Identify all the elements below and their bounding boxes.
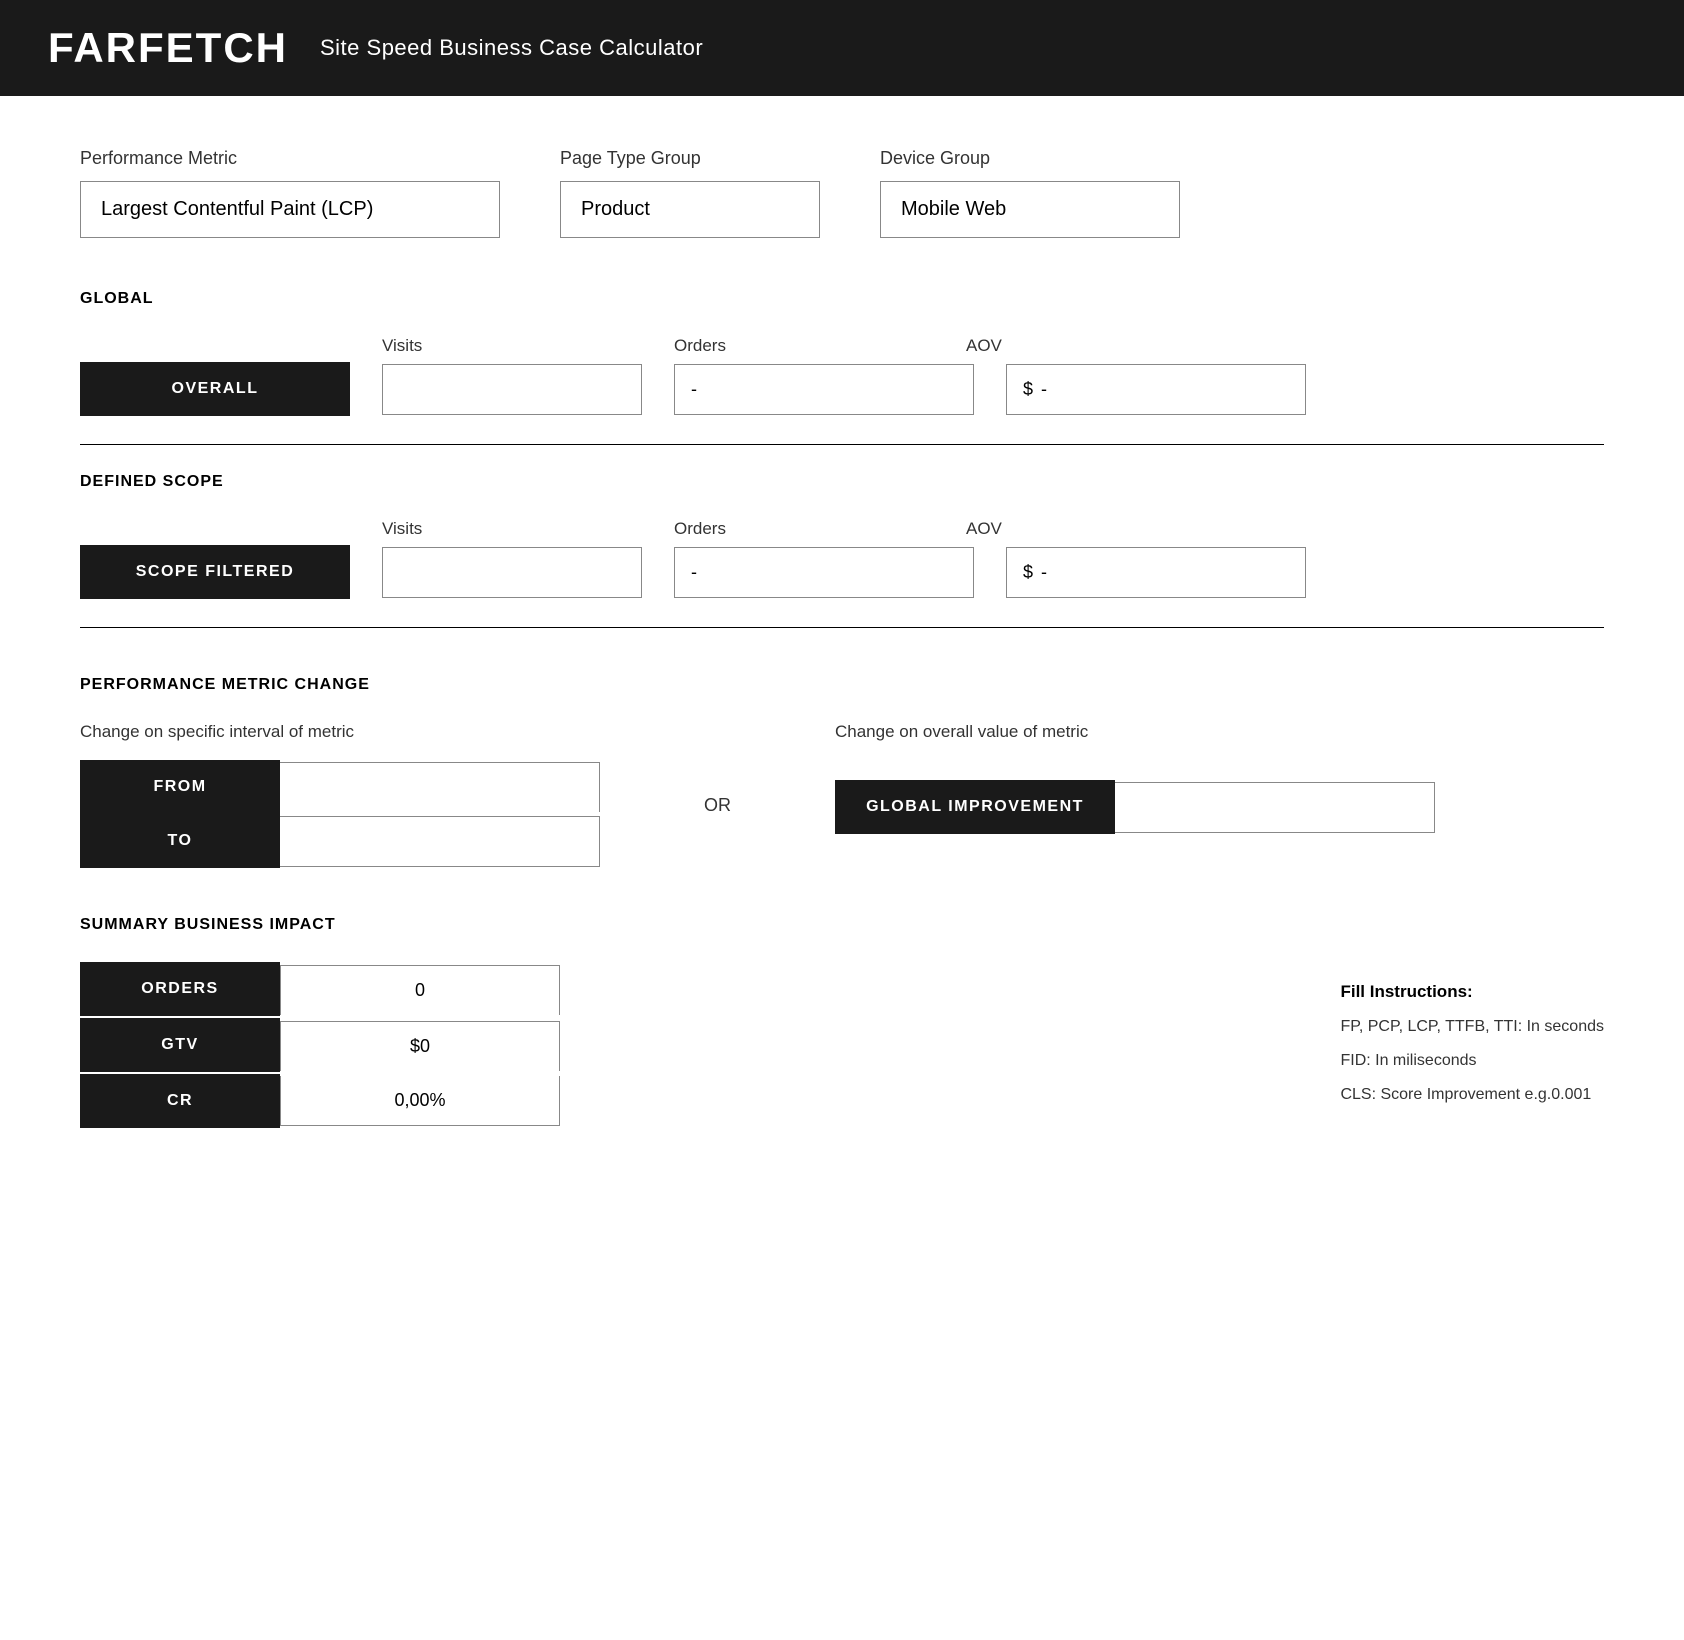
orders-row-value: 0 xyxy=(280,965,560,1015)
gtv-row: GTV $0 xyxy=(80,1018,560,1074)
filters-row: Performance Metric Page Type Group Devic… xyxy=(80,148,1604,238)
to-row: TO xyxy=(80,814,600,868)
summary-grid: ORDERS 0 GTV $0 CR 0,00% Fill Instructio… xyxy=(80,962,1604,1128)
to-input[interactable] xyxy=(280,816,600,867)
orders-row-label: ORDERS xyxy=(80,962,280,1018)
from-to-group: FROM TO xyxy=(80,760,600,868)
global-section-label: GLOBAL xyxy=(80,290,1604,308)
scope-orders-col-label: Orders xyxy=(674,519,934,539)
perf-columns: Change on specific interval of metric FR… xyxy=(80,722,1604,868)
page-type-group: Page Type Group xyxy=(560,148,820,238)
interval-label: Change on specific interval of metric xyxy=(80,722,600,742)
scope-aov-dollar: $ xyxy=(1023,562,1033,583)
fill-instruction-0: FP, PCP, LCP, TTFB, TTI: In seconds xyxy=(1340,1018,1604,1036)
global-improvement-col: Change on overall value of metric GLOBAL… xyxy=(835,722,1435,834)
overall-aov-value: - xyxy=(1041,379,1047,400)
device-group-input[interactable] xyxy=(880,181,1180,238)
overall-orders-value: - xyxy=(691,379,697,400)
fill-instruction-1: FID: In miliseconds xyxy=(1340,1052,1604,1070)
gtv-row-label: GTV xyxy=(80,1018,280,1074)
global-section: GLOBAL Visits Orders AOV OVERALL - $ - D… xyxy=(80,290,1604,628)
summary-table: ORDERS 0 GTV $0 CR 0,00% xyxy=(80,962,560,1128)
from-row: FROM xyxy=(80,760,600,814)
summary-business-impact-section: SUMMARY BUSINESS IMPACT ORDERS 0 GTV $0 … xyxy=(80,916,1604,1128)
defined-scope-label: DEFINED SCOPE xyxy=(80,473,1604,491)
orders-row: ORDERS 0 xyxy=(80,962,560,1018)
overall-row: OVERALL - $ - xyxy=(80,362,1604,416)
overall-visits-input[interactable] xyxy=(382,364,642,415)
global-improvement-button[interactable]: GLOBAL IMPROVEMENT xyxy=(835,780,1115,834)
from-to-col: Change on specific interval of metric FR… xyxy=(80,722,600,868)
to-button[interactable]: TO xyxy=(80,814,280,868)
scope-visits-col-label: Visits xyxy=(382,519,642,539)
overall-button[interactable]: OVERALL xyxy=(80,362,350,416)
main-content: Performance Metric Page Type Group Devic… xyxy=(0,96,1684,1180)
aov-col-label: AOV xyxy=(966,336,1226,356)
performance-metric-label: Performance Metric xyxy=(80,148,500,169)
page-type-group-label: Page Type Group xyxy=(560,148,820,169)
header: FARFETCH Site Speed Business Case Calcul… xyxy=(0,0,1684,96)
overall-aov-dollar: $ xyxy=(1023,379,1033,400)
divider-1 xyxy=(80,444,1604,445)
scope-orders-display: - xyxy=(674,547,974,598)
divider-2 xyxy=(80,627,1604,628)
scope-aov-value: - xyxy=(1041,562,1047,583)
fill-instructions: Fill Instructions: FP, PCP, LCP, TTFB, T… xyxy=(1340,962,1604,1128)
perf-metric-change-label: PERFORMANCE METRIC CHANGE xyxy=(80,676,1604,694)
fill-instruction-2: CLS: Score Improvement e.g.0.001 xyxy=(1340,1086,1604,1104)
scope-orders-value: - xyxy=(691,562,697,583)
fill-instructions-title: Fill Instructions: xyxy=(1340,982,1604,1002)
cr-row: CR 0,00% xyxy=(80,1074,560,1128)
global-improvement-input[interactable] xyxy=(1115,782,1435,833)
scope-col-headers: Visits Orders AOV xyxy=(382,519,1604,539)
perf-metric-change-section: PERFORMANCE METRIC CHANGE Change on spec… xyxy=(80,676,1604,868)
visits-col-label: Visits xyxy=(382,336,642,356)
scope-aov-col-label: AOV xyxy=(966,519,1226,539)
cr-row-label: CR xyxy=(80,1074,280,1128)
scope-filtered-row: SCOPE FILTERED - $ - xyxy=(80,545,1604,599)
page-type-group-input[interactable] xyxy=(560,181,820,238)
scope-visits-input[interactable] xyxy=(382,547,642,598)
device-group: Device Group xyxy=(880,148,1180,238)
orders-col-label: Orders xyxy=(674,336,934,356)
or-label: OR xyxy=(680,795,755,816)
overall-aov-display: $ - xyxy=(1006,364,1306,415)
cr-row-value: 0,00% xyxy=(280,1076,560,1126)
from-button[interactable]: FROM xyxy=(80,760,280,814)
from-input[interactable] xyxy=(280,762,600,812)
scope-filtered-button[interactable]: SCOPE FILTERED xyxy=(80,545,350,599)
overall-orders-display: - xyxy=(674,364,974,415)
overall-label: Change on overall value of metric xyxy=(835,722,1435,742)
gtv-row-value: $0 xyxy=(280,1021,560,1071)
global-col-headers: Visits Orders AOV xyxy=(382,336,1604,356)
scope-aov-display: $ - xyxy=(1006,547,1306,598)
summary-business-impact-label: SUMMARY BUSINESS IMPACT xyxy=(80,916,1604,934)
performance-metric-input[interactable] xyxy=(80,181,500,238)
performance-metric-group: Performance Metric xyxy=(80,148,500,238)
global-improvement-row: GLOBAL IMPROVEMENT xyxy=(835,780,1435,834)
header-subtitle: Site Speed Business Case Calculator xyxy=(320,35,703,61)
device-group-label: Device Group xyxy=(880,148,1180,169)
logo: FARFETCH xyxy=(48,24,288,72)
